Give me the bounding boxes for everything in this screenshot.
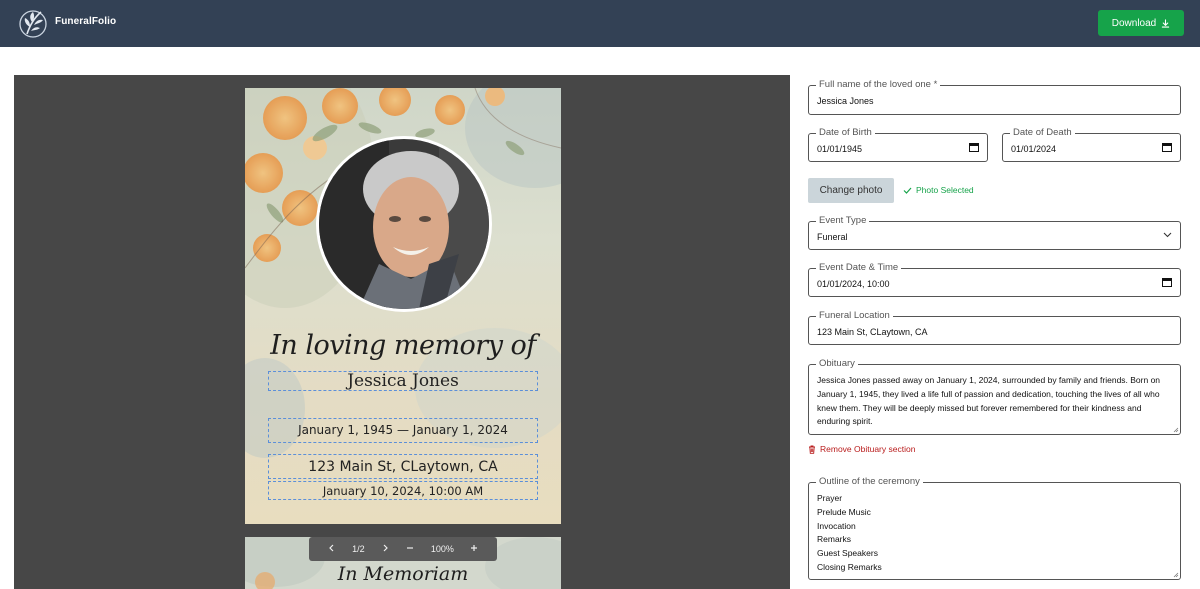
document-preview[interactable]: In loving memory of Jessica Jones Januar… — [14, 75, 790, 589]
event-datetime-label: Event Date & Time — [816, 262, 902, 273]
outline-item: Closing Remarks — [817, 561, 882, 572]
outline-item: Guest Speakers — [817, 548, 878, 559]
leaf-logo-icon — [19, 10, 47, 38]
full-name-label: Full name of the loved one * — [816, 79, 941, 90]
ceremony-outline-label: Outline of the ceremony — [816, 476, 923, 487]
calendar-icon[interactable] — [1162, 142, 1172, 152]
full-name-value[interactable]: Jessica Jones — [817, 96, 874, 106]
date-of-birth-field[interactable]: Date of Birth 01/01/1945 — [808, 127, 988, 162]
minus-icon — [407, 547, 414, 549]
life-dates-field[interactable]: January 1, 1945 — January 1, 2024 — [268, 418, 538, 443]
chevron-left-icon — [329, 544, 334, 552]
obituary-label: Obituary — [816, 358, 858, 369]
check-icon — [903, 187, 912, 194]
date-of-death-label: Date of Death — [1010, 127, 1075, 138]
full-name-field[interactable]: Full name of the loved one * Jessica Jon… — [808, 79, 1181, 115]
service-datetime-field[interactable]: January 10, 2024, 10:00 AM — [268, 481, 538, 500]
date-of-birth-value[interactable]: 01/01/1945 — [817, 144, 862, 154]
portrait-photo — [319, 139, 489, 309]
portrait-frame — [316, 136, 492, 312]
remove-obituary-button[interactable]: Remove Obituary section — [808, 444, 915, 454]
photo-status: Photo Selected — [903, 185, 974, 195]
ceremony-outline-textarea[interactable]: Outline of the ceremony Prayer Prelude M… — [808, 476, 1181, 580]
event-datetime-value[interactable]: 01/01/2024, 10:00 — [817, 279, 890, 289]
download-label: Download — [1111, 17, 1157, 29]
download-icon — [1162, 18, 1170, 28]
location-field[interactable]: 123 Main St, CLaytown, CA — [268, 454, 538, 479]
remove-obituary-label: Remove Obituary section — [820, 444, 916, 454]
resize-handle-icon[interactable] — [1173, 427, 1179, 433]
prev-page-button[interactable] — [327, 544, 337, 554]
page-indicator: 1/2 — [352, 544, 365, 554]
date-of-death-value[interactable]: 01/01/2024 — [1011, 144, 1056, 154]
obituary-textarea[interactable]: Obituary Jessica Jones passed away on Ja… — [808, 358, 1181, 435]
event-type-value[interactable]: Funeral — [817, 232, 848, 242]
calendar-icon[interactable] — [1162, 277, 1172, 287]
chevron-right-icon — [383, 544, 388, 552]
page2-heading: In Memoriam — [337, 563, 469, 585]
brand-name: FuneralFolio — [55, 16, 117, 27]
funeral-location-label: Funeral Location — [816, 310, 893, 321]
funeral-location-field[interactable]: Funeral Location 123 Main St, CLaytown, … — [808, 310, 1181, 345]
photo-status-text: Photo Selected — [916, 185, 974, 195]
outline-item: Prayer — [817, 493, 843, 503]
zoom-out-button[interactable] — [405, 544, 415, 554]
preview-page-1: In loving memory of Jessica Jones Januar… — [245, 88, 561, 524]
event-datetime-field[interactable]: Event Date & Time 01/01/2024, 10:00 — [808, 262, 1181, 297]
zoom-level: 100% — [430, 544, 454, 554]
resize-handle-icon[interactable] — [1173, 572, 1179, 578]
chevron-down-icon[interactable] — [1163, 232, 1172, 238]
ceremony-outline-list[interactable]: Prayer Prelude Music Invocation Remarks … — [817, 492, 882, 575]
plus-icon — [471, 545, 478, 551]
pager-toolbar: 1/2 100% — [309, 537, 497, 561]
download-button[interactable]: Download — [1098, 10, 1184, 36]
deceased-name-field[interactable]: Jessica Jones — [268, 371, 538, 391]
funeral-location-value[interactable]: 123 Main St, CLaytown, CA — [817, 327, 928, 337]
outline-item: Remarks — [817, 534, 852, 545]
date-of-death-field[interactable]: Date of Death 01/01/2024 — [1002, 127, 1181, 162]
change-photo-button[interactable]: Change photo — [808, 178, 894, 203]
next-page-button[interactable] — [380, 544, 390, 554]
event-type-select[interactable]: Event Type Funeral — [808, 215, 1181, 250]
outline-item: Invocation — [817, 520, 856, 531]
calendar-icon[interactable] — [969, 142, 979, 152]
event-type-label: Event Type — [816, 215, 870, 226]
top-bar: FuneralFolio Download — [0, 0, 1200, 47]
outline-item: Prelude Music — [817, 506, 871, 517]
zoom-in-button[interactable] — [469, 544, 479, 554]
trash-icon — [809, 445, 815, 454]
memorial-heading: In loving memory of — [270, 330, 536, 361]
obituary-text[interactable]: Jessica Jones passed away on January 1, … — [817, 374, 1174, 429]
date-of-birth-label: Date of Birth — [816, 127, 875, 138]
